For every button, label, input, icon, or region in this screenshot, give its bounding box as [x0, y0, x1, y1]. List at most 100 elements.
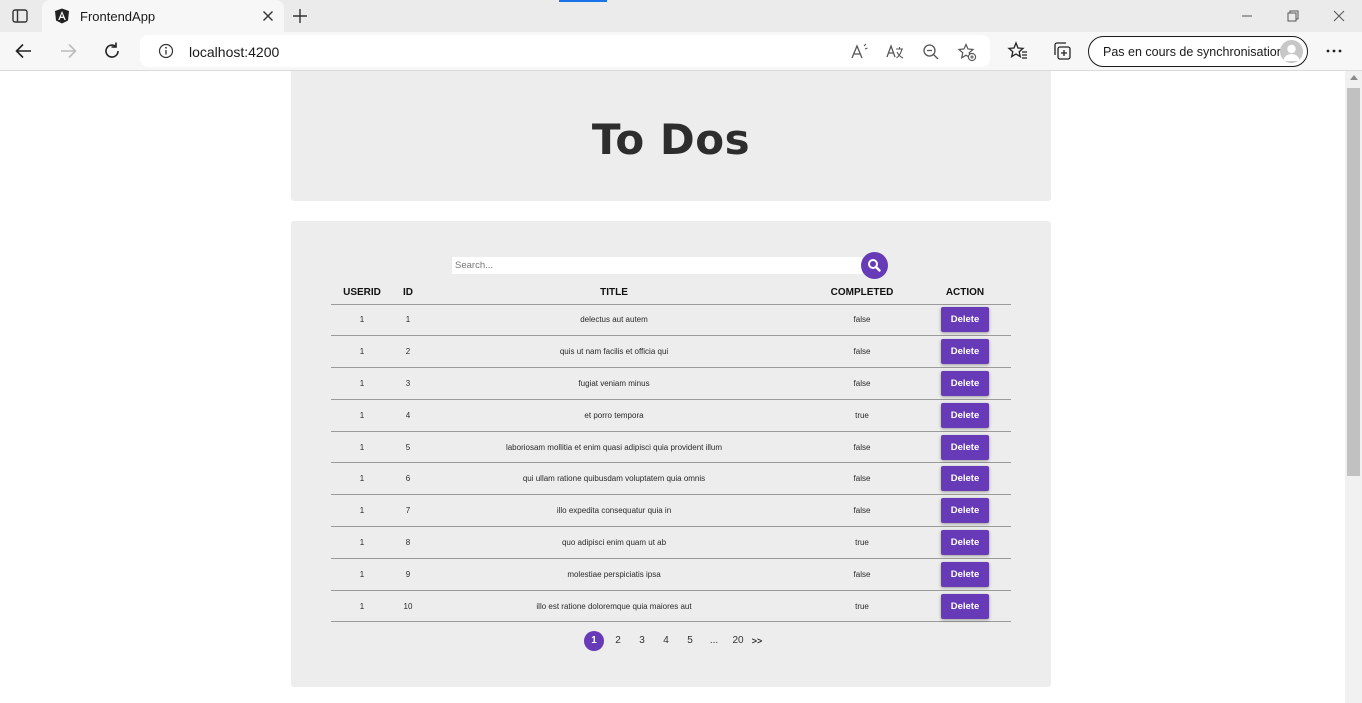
cell-title: qui ullam ratione quibusdam voluptatem q…	[423, 462, 805, 496]
page-link-3[interactable]: 3	[632, 630, 652, 652]
delete-button[interactable]: Delete	[941, 402, 989, 428]
cell-title: illo est ratione doloremque quia maiores…	[423, 590, 805, 623]
cell-id: 10	[393, 590, 423, 623]
cell-action: Delete	[919, 335, 1011, 369]
delete-button[interactable]: Delete	[941, 561, 989, 587]
cell-id: 7	[393, 494, 423, 528]
cell-id: 6	[393, 462, 423, 496]
delete-button[interactable]: Delete	[941, 466, 989, 492]
table-row: 1 3 fugiat veniam minus false Delete	[331, 367, 1011, 400]
delete-button[interactable]: Delete	[941, 307, 989, 333]
cell-completed: false	[805, 462, 919, 496]
cell-id: 4	[393, 399, 423, 432]
address-bar[interactable]: localhost:4200	[140, 35, 990, 67]
translate-icon[interactable]	[885, 42, 905, 62]
table-row: 1 5 laboriosam mollitia et enim quasi ad…	[331, 431, 1011, 464]
column-header-id[interactable]: ID	[393, 282, 423, 305]
angular-logo-icon	[55, 8, 69, 24]
page-link-4[interactable]: 4	[656, 630, 676, 652]
refresh-icon[interactable]	[101, 40, 123, 62]
column-header-action: ACTION	[919, 282, 1011, 305]
cell-userid: 1	[331, 526, 393, 559]
avatar	[1280, 40, 1303, 63]
cell-action: Delete	[919, 399, 1011, 432]
close-window-icon[interactable]	[1331, 8, 1347, 24]
tab-title: FrontendApp	[80, 9, 156, 24]
cell-id: 1	[393, 304, 423, 337]
forward-icon[interactable]	[57, 40, 79, 62]
profile-sync-button[interactable]: Pas en cours de synchronisation	[1088, 36, 1308, 67]
favorites-icon[interactable]	[1007, 40, 1029, 62]
cell-completed: false	[805, 367, 919, 400]
column-header-title[interactable]: TITLE	[423, 282, 805, 305]
site-info-icon[interactable]	[158, 43, 174, 59]
page-link-2[interactable]: 2	[608, 630, 628, 652]
new-tab-icon[interactable]	[291, 7, 309, 25]
tab-indicator	[559, 0, 607, 2]
cell-completed: false	[805, 558, 919, 591]
cell-action: Delete	[919, 462, 1011, 496]
profile-icon	[1283, 44, 1300, 61]
delete-button[interactable]: Delete	[941, 339, 989, 365]
page-link-5[interactable]: 5	[680, 630, 700, 652]
more-options-icon[interactable]	[1323, 40, 1345, 62]
add-favorite-icon[interactable]	[957, 42, 977, 62]
scroll-up-arrow-icon[interactable]	[1350, 75, 1358, 80]
cell-action: Delete	[919, 304, 1011, 337]
cell-title: fugiat veniam minus	[423, 367, 805, 400]
column-header-completed[interactable]: COMPLETED	[805, 282, 919, 305]
table-row: 1 6 qui ullam ratione quibusdam voluptat…	[331, 462, 1011, 496]
cell-action: Delete	[919, 590, 1011, 623]
url-text: localhost:4200	[189, 44, 280, 60]
cell-completed: false	[805, 494, 919, 528]
sync-status-label: Pas en cours de synchronisation	[1103, 45, 1284, 59]
cell-completed: false	[805, 335, 919, 369]
vertical-scrollbar[interactable]	[1345, 71, 1362, 703]
cell-id: 2	[393, 335, 423, 369]
cell-action: Delete	[919, 558, 1011, 591]
delete-button[interactable]: Delete	[941, 593, 989, 619]
read-aloud-icon[interactable]	[849, 42, 869, 62]
cell-title: illo expedita consequatur quia in	[423, 494, 805, 528]
cell-id: 8	[393, 526, 423, 559]
cell-title: laboriosam mollitia et enim quasi adipis…	[423, 431, 805, 464]
column-header-userid[interactable]: USERID	[331, 282, 393, 305]
delete-button[interactable]: Delete	[941, 529, 989, 555]
table-row: 1 10 illo est ratione doloremque quia ma…	[331, 590, 1011, 623]
collections-icon[interactable]	[1051, 40, 1073, 62]
cell-userid: 1	[331, 558, 393, 591]
back-icon[interactable]	[13, 40, 35, 62]
search-input[interactable]	[452, 257, 862, 274]
close-tab-icon[interactable]	[260, 8, 276, 24]
delete-button[interactable]: Delete	[941, 370, 989, 396]
cell-userid: 1	[331, 304, 393, 337]
delete-button[interactable]: Delete	[941, 498, 989, 524]
cell-id: 9	[393, 558, 423, 591]
cell-userid: 1	[331, 367, 393, 400]
next-page-button[interactable]: >>	[748, 630, 766, 652]
delete-button[interactable]: Delete	[941, 434, 989, 460]
table-row: 1 9 molestiae perspiciatis ipsa false De…	[331, 558, 1011, 591]
cell-title: delectus aut autem	[423, 304, 805, 337]
cell-completed: true	[805, 526, 919, 559]
browser-tab[interactable]: FrontendApp	[42, 0, 284, 32]
cell-userid: 1	[331, 590, 393, 623]
cell-userid: 1	[331, 494, 393, 528]
cell-completed: false	[805, 304, 919, 337]
scrollbar-thumb[interactable]	[1347, 88, 1360, 476]
cell-completed: true	[805, 399, 919, 432]
search-button[interactable]	[861, 252, 888, 279]
page-title: To Dos	[591, 115, 751, 164]
minimize-icon[interactable]	[1239, 8, 1255, 24]
cell-userid: 1	[331, 462, 393, 496]
page-link-20[interactable]: 20	[728, 630, 748, 652]
cell-completed: true	[805, 590, 919, 623]
cell-title: quis ut nam facilis et officia qui	[423, 335, 805, 369]
table-row: 1 7 illo expedita consequatur quia in fa…	[331, 494, 1011, 528]
cell-action: Delete	[919, 494, 1011, 528]
restore-icon[interactable]	[1285, 8, 1301, 24]
zoom-out-icon[interactable]	[921, 42, 941, 62]
page-link-1[interactable]: 1	[584, 631, 604, 651]
tab-bar: FrontendApp	[0, 0, 1362, 32]
tab-actions-icon[interactable]	[10, 6, 30, 26]
